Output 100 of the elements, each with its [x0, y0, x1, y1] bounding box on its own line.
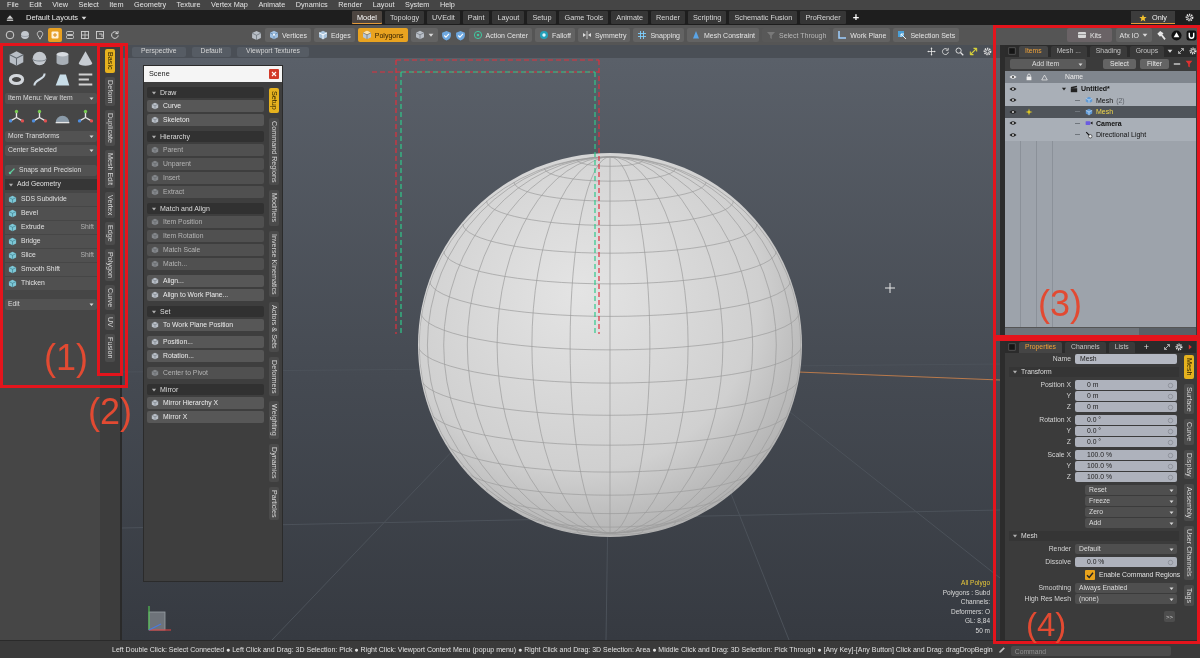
hammer-icon[interactable] — [1156, 29, 1167, 41]
rotate-icon — [110, 30, 120, 40]
arrow-icon[interactable] — [1187, 344, 1193, 350]
settings-icon[interactable] — [1189, 47, 1198, 55]
disclosure-triangle-icon[interactable] — [1061, 85, 1067, 92]
add-tab-button[interactable]: + — [1137, 341, 1155, 353]
keyframe-dot-icon — [1167, 438, 1174, 446]
pin-icon — [35, 30, 45, 40]
settings-icon[interactable] — [1185, 13, 1194, 22]
expand-icon[interactable] — [1163, 343, 1171, 351]
eye-icon[interactable] — [1008, 130, 1017, 139]
close-icon[interactable] — [269, 69, 279, 79]
keyframe-dot-icon — [1167, 558, 1174, 566]
caret-icon — [81, 14, 88, 21]
cube-icon — [151, 260, 159, 268]
minus-icon[interactable] — [1173, 60, 1181, 68]
light-icon — [1085, 130, 1093, 139]
corner-icon — [837, 30, 848, 40]
expand-icon[interactable] — [1177, 47, 1186, 55]
keyframe-dot-icon — [1167, 473, 1174, 481]
mode-button[interactable] — [3, 28, 17, 42]
add-tab-button[interactable]: + — [848, 12, 864, 23]
caret-icon — [89, 96, 94, 101]
horizontal-scrollbar[interactable] — [1005, 327, 1196, 335]
keyframe-dot-icon — [1167, 451, 1174, 459]
cube-icon — [8, 209, 17, 218]
zoom-icon[interactable] — [955, 47, 964, 56]
settings-icon[interactable] — [1175, 343, 1183, 351]
cube-icon — [317, 30, 328, 40]
keyframe-dot-icon — [1167, 392, 1174, 400]
axes-icon[interactable] — [77, 109, 94, 126]
cube-icon — [151, 160, 159, 168]
text-lines-icon[interactable] — [77, 71, 94, 88]
plus-square-icon — [50, 30, 60, 40]
eject-icon[interactable] — [6, 13, 14, 22]
crosshair-icon — [884, 282, 896, 294]
cube-icon — [151, 116, 159, 124]
cube-icon — [151, 321, 159, 329]
cube-icon — [8, 265, 17, 274]
mode-button[interactable] — [108, 28, 122, 42]
sphere-icon[interactable] — [31, 50, 48, 67]
clapboard-icon — [1070, 84, 1078, 93]
mode-button[interactable] — [93, 28, 107, 42]
cube-icon — [151, 291, 159, 299]
cube-icon[interactable] — [8, 50, 25, 67]
axes-icon[interactable] — [8, 109, 25, 126]
eye-icon[interactable] — [1008, 84, 1017, 93]
ring-icon — [539, 30, 549, 40]
wedge-icon[interactable] — [54, 71, 71, 88]
annotation-label: (1) — [44, 338, 88, 378]
caret-icon — [1142, 32, 1148, 38]
torus-icon[interactable] — [8, 71, 25, 88]
circle-logo-icon[interactable] — [1171, 29, 1182, 41]
cube-icon — [8, 223, 17, 232]
resize-icon[interactable] — [969, 47, 978, 56]
shield-icon[interactable] — [440, 29, 452, 41]
settings-icon[interactable] — [983, 47, 992, 56]
move-icon[interactable] — [927, 47, 936, 56]
cube-icon — [151, 352, 159, 360]
sphere-icon — [20, 30, 30, 40]
grid-icon — [80, 30, 90, 40]
eye-icon[interactable] — [1008, 96, 1017, 105]
checkbox[interactable] — [1085, 570, 1095, 580]
logo-icon[interactable] — [1186, 29, 1197, 41]
cylinder-icon[interactable] — [54, 50, 71, 67]
eye-icon — [1008, 73, 1017, 81]
keyframe-dot-icon — [1167, 416, 1174, 424]
cube-icon — [8, 279, 17, 288]
eye-icon[interactable] — [1008, 107, 1017, 116]
triangle-icon — [1041, 73, 1048, 81]
cube-icon — [151, 188, 159, 196]
target-icon — [472, 30, 483, 40]
cube-icon — [151, 338, 159, 346]
box-icon — [1076, 30, 1087, 40]
axis-gizmo-icon — [148, 605, 172, 631]
stack-icon — [65, 30, 75, 40]
pen-icon[interactable] — [997, 645, 1006, 654]
mode-button[interactable] — [18, 28, 32, 42]
mode-button[interactable] — [78, 28, 92, 42]
snap-icon — [8, 166, 16, 175]
rotate-icon[interactable] — [941, 47, 950, 56]
curve-icon[interactable] — [31, 71, 48, 88]
cube-icon — [1085, 96, 1093, 105]
cursor-box-icon — [897, 30, 908, 40]
cube-icon — [1085, 107, 1093, 116]
axes-icon[interactable] — [31, 109, 48, 126]
caret-icon[interactable] — [1167, 48, 1174, 54]
caret-icon — [1169, 546, 1174, 552]
cube-icon[interactable] — [251, 29, 262, 41]
element-dropdown[interactable] — [410, 28, 438, 42]
filter-icon[interactable] — [1185, 60, 1193, 68]
shield-icon[interactable] — [454, 29, 466, 41]
star-icon — [1139, 13, 1147, 22]
cube-icon — [151, 102, 159, 110]
cone-icon[interactable] — [77, 50, 94, 67]
cube-icon — [151, 413, 159, 421]
frame-icon — [95, 30, 105, 40]
annotation-label: (3) — [1038, 284, 1082, 324]
eye-icon[interactable] — [1008, 119, 1017, 128]
mode-button[interactable] — [63, 28, 77, 42]
